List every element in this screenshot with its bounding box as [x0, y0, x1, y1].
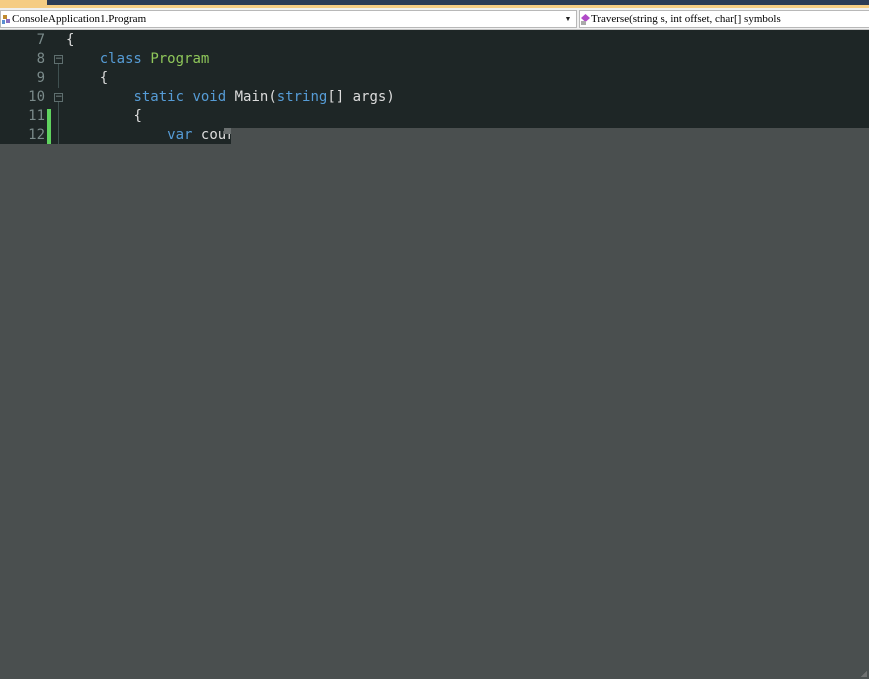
- collapse-icon[interactable]: −: [54, 55, 63, 64]
- fold-guide: [58, 64, 59, 88]
- caret-marker: [224, 128, 231, 134]
- code-line: static void Main(string[] args): [133, 89, 395, 105]
- type-dropdown-label: ConsoleApplication1.Program: [12, 13, 147, 25]
- code-line: {: [66, 32, 75, 48]
- line-number: 10: [28, 89, 45, 105]
- line-number: 9: [36, 70, 45, 86]
- line-number: 8: [36, 51, 45, 67]
- code-line: var cour: [167, 127, 235, 143]
- code-line: {: [133, 108, 142, 124]
- navigation-bar: ConsoleApplication1.Program ▼ Traverse(s…: [0, 8, 869, 30]
- intellisense-popup: [231, 128, 869, 144]
- collapse-icon[interactable]: −: [54, 93, 63, 102]
- code-editor[interactable]: − − 7 { 8 class Program 9 { 10 static vo…: [0, 30, 869, 144]
- title-strip: [0, 0, 869, 8]
- resize-grip-icon[interactable]: [861, 671, 867, 677]
- line-number: 11: [28, 108, 45, 124]
- active-tab-accent: [0, 0, 47, 8]
- chevron-down-icon[interactable]: ▼: [562, 11, 574, 27]
- code-line: class Program: [99, 51, 210, 67]
- type-dropdown[interactable]: ConsoleApplication1.Program ▼: [0, 10, 577, 28]
- member-dropdown-label: Traverse(string s, int offset, char[] sy…: [591, 13, 781, 25]
- fold-guide: [58, 102, 59, 144]
- method-icon: [581, 13, 590, 25]
- intellisense-popup-body: [0, 144, 869, 679]
- line-number: 7: [36, 32, 45, 48]
- change-indicator: [47, 109, 51, 144]
- member-dropdown[interactable]: Traverse(string s, int offset, char[] sy…: [579, 10, 869, 28]
- line-number: 12: [28, 127, 45, 143]
- class-icon: [2, 14, 10, 24]
- code-line: {: [99, 70, 109, 86]
